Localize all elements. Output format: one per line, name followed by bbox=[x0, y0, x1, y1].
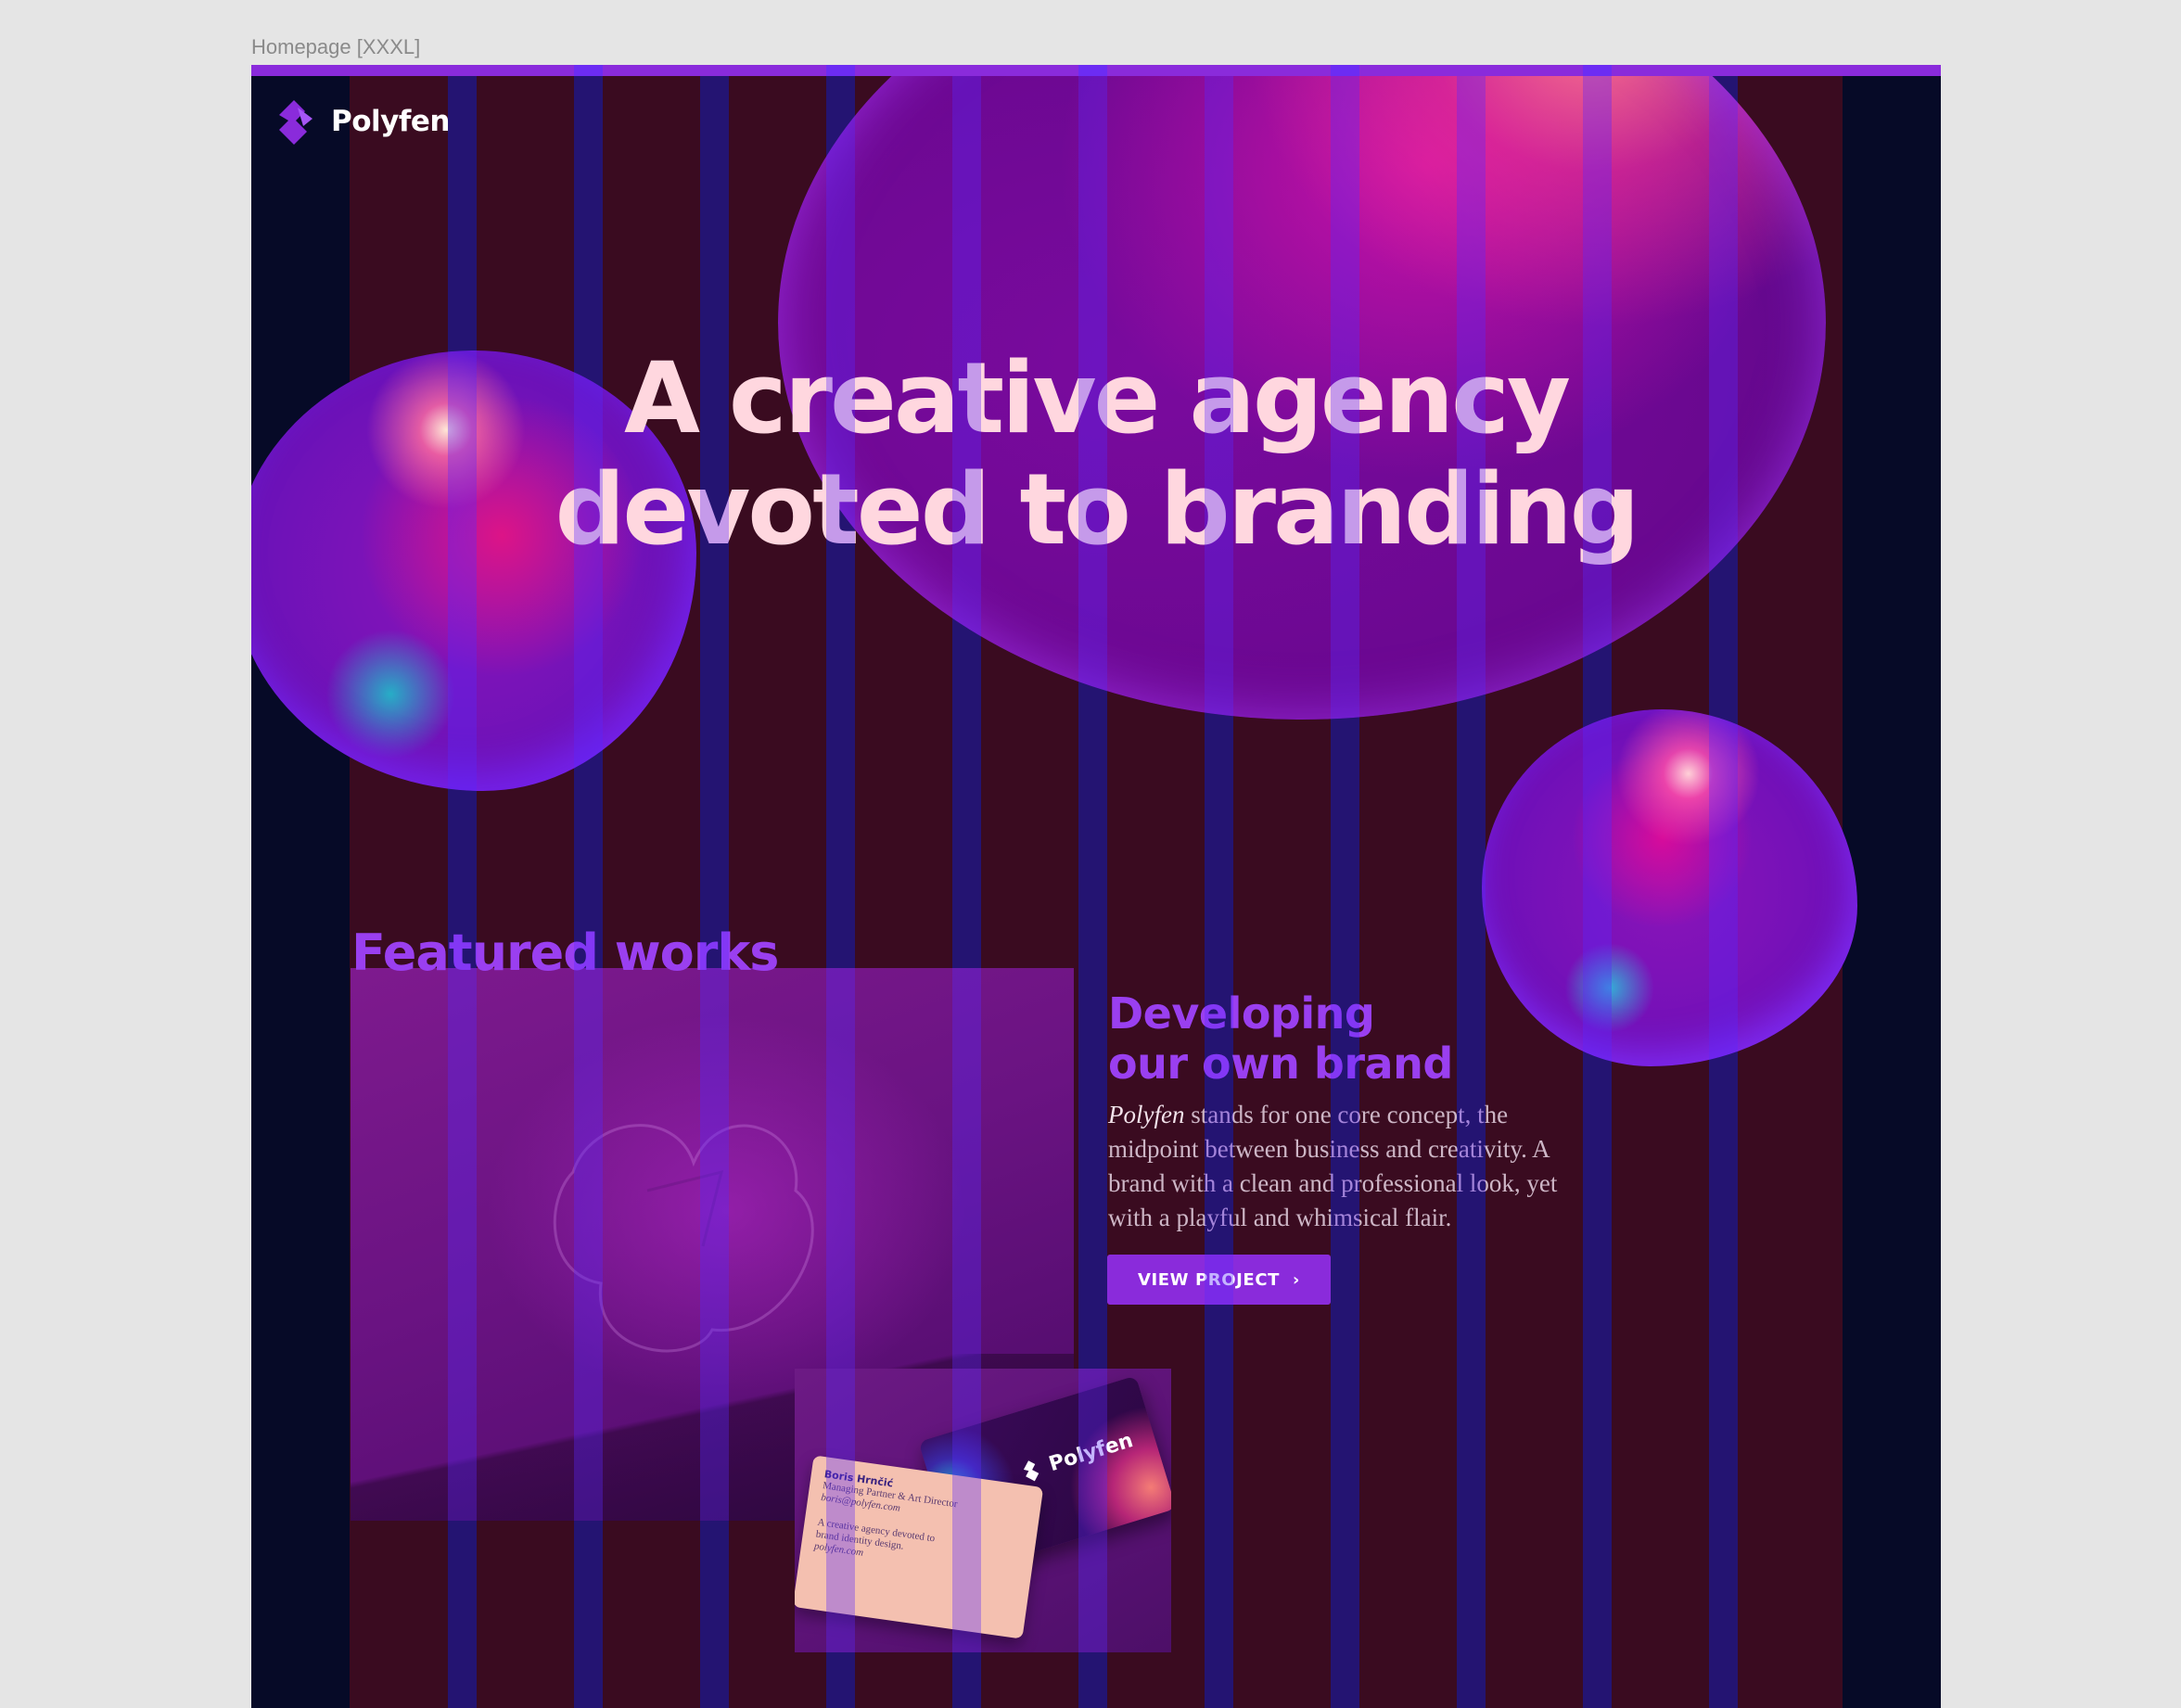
business-card-image[interactable]: Polyfen Boris Hrnčić Managing Partner & … bbox=[795, 1369, 1171, 1652]
view-project-button[interactable]: VIEW PROJECT › bbox=[1107, 1255, 1331, 1305]
frame-label: Homepage [XXXL] bbox=[251, 35, 421, 58]
logo-wordmark: Polyfen bbox=[331, 105, 450, 138]
embossed-logo-icon bbox=[553, 1124, 814, 1353]
business-card-front: Boris Hrnčić Managing Partner & Art Dire… bbox=[795, 1455, 1044, 1639]
card-logo-wordmark: Polyfen bbox=[1046, 1428, 1136, 1476]
project-description-brand: Polyfen bbox=[1108, 1101, 1185, 1128]
polyfen-logo-icon bbox=[1023, 1460, 1039, 1482]
layout-grid-marker bbox=[1583, 65, 1612, 76]
hero-headline: A creative agency devoted to branding bbox=[529, 343, 1663, 566]
layout-grid-marker bbox=[574, 65, 603, 76]
grid-gutter bbox=[1843, 76, 1941, 1708]
project-title-line-1: Developing bbox=[1108, 988, 1375, 1039]
layout-grid-marker bbox=[1331, 65, 1359, 76]
layout-grid-marker bbox=[1078, 65, 1107, 76]
project-title-line-2: our own brand bbox=[1108, 1039, 1453, 1089]
site-logo[interactable]: Polyfen bbox=[272, 96, 450, 147]
project-description: Polyfen stands for one core concept, the… bbox=[1108, 1098, 1590, 1235]
project-title[interactable]: Developing our own brand bbox=[1108, 988, 1453, 1089]
card-logo: Polyfen bbox=[1017, 1428, 1136, 1485]
homepage-artboard: Polyfen A creative agency devoted to bra… bbox=[251, 65, 1941, 1708]
grid-gutter bbox=[251, 76, 350, 1708]
hero-line-2: devoted to branding bbox=[555, 452, 1639, 567]
hero-line-1: A creative agency bbox=[623, 341, 1571, 455]
view-project-label: VIEW PROJECT bbox=[1137, 1269, 1281, 1290]
layout-grid-marker bbox=[826, 65, 855, 76]
chevron-right-icon: › bbox=[1293, 1269, 1301, 1290]
featured-works-heading: Featured works bbox=[351, 924, 779, 982]
polyfen-logo-icon bbox=[279, 100, 312, 145]
